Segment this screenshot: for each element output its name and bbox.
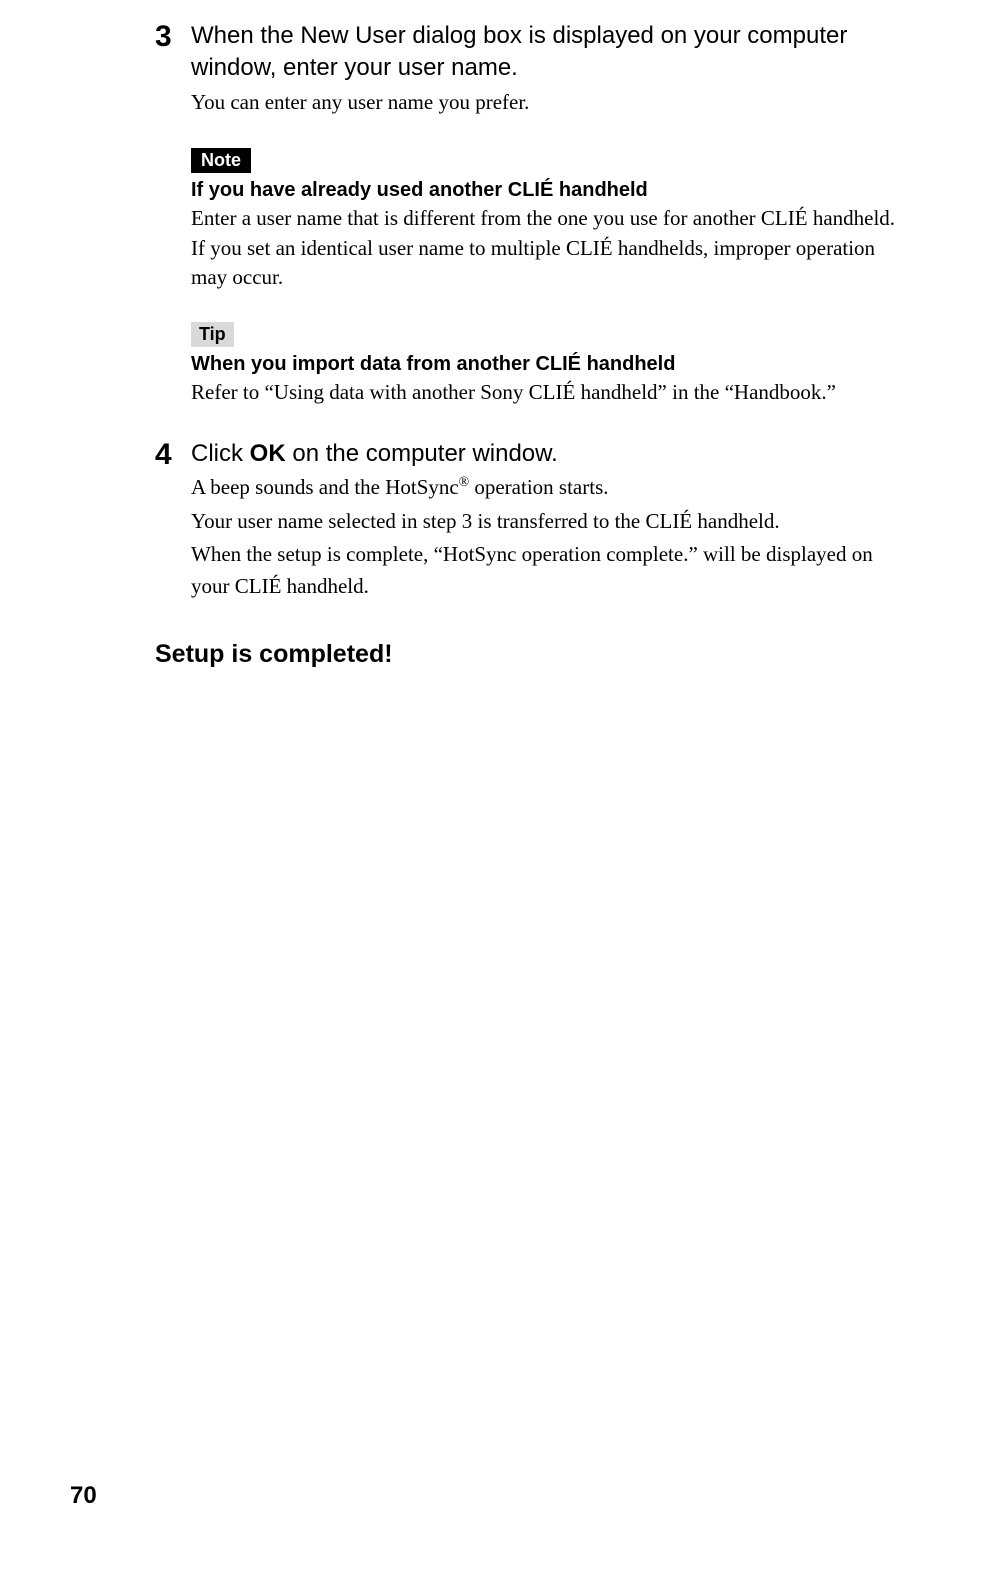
- note-text: Enter a user name that is different from…: [191, 204, 904, 292]
- setup-completed-heading: Setup is completed!: [155, 640, 904, 669]
- step-number: 4: [155, 438, 191, 604]
- note-heading: If you have already used another CLIÉ ha…: [191, 179, 904, 202]
- step-description: A beep sounds and the HotSync® operation…: [191, 472, 904, 602]
- step-desc-line: When the setup is complete, “HotSync ope…: [191, 539, 904, 602]
- step-desc-line: A beep sounds and the HotSync® operation…: [191, 472, 904, 504]
- step-3: 3 When the New User dialog box is displa…: [155, 20, 904, 118]
- step-body: Click OK on the computer window. A beep …: [191, 438, 904, 604]
- tip-heading: When you import data from another CLIÉ h…: [191, 353, 904, 376]
- tip-callout: Tip When you import data from another CL…: [155, 322, 904, 407]
- step-title-prefix: Click: [191, 440, 250, 467]
- step-desc-line: Your user name selected in step 3 is tra…: [191, 506, 904, 538]
- step-description: You can enter any user name you prefer.: [191, 87, 904, 119]
- registered-mark: ®: [459, 474, 469, 489]
- tip-text: Refer to “Using data with another Sony C…: [191, 378, 904, 407]
- step-title-suffix: on the computer window.: [286, 440, 558, 467]
- step-number: 3: [155, 20, 191, 118]
- step-4: 4 Click OK on the computer window. A bee…: [155, 438, 904, 604]
- step-title: Click OK on the computer window.: [191, 438, 904, 470]
- step-body: When the New User dialog box is displaye…: [191, 20, 904, 118]
- page-content: 3 When the New User dialog box is displa…: [0, 0, 994, 669]
- desc-text: operation starts.: [469, 475, 608, 499]
- page-number: 70: [70, 1482, 97, 1510]
- step-title: When the New User dialog box is displaye…: [191, 20, 904, 85]
- desc-text: A beep sounds and the HotSync: [191, 475, 459, 499]
- step-title-bold: OK: [250, 440, 286, 467]
- note-callout: Note If you have already used another CL…: [155, 148, 904, 292]
- tip-label: Tip: [191, 322, 234, 347]
- note-label: Note: [191, 148, 251, 173]
